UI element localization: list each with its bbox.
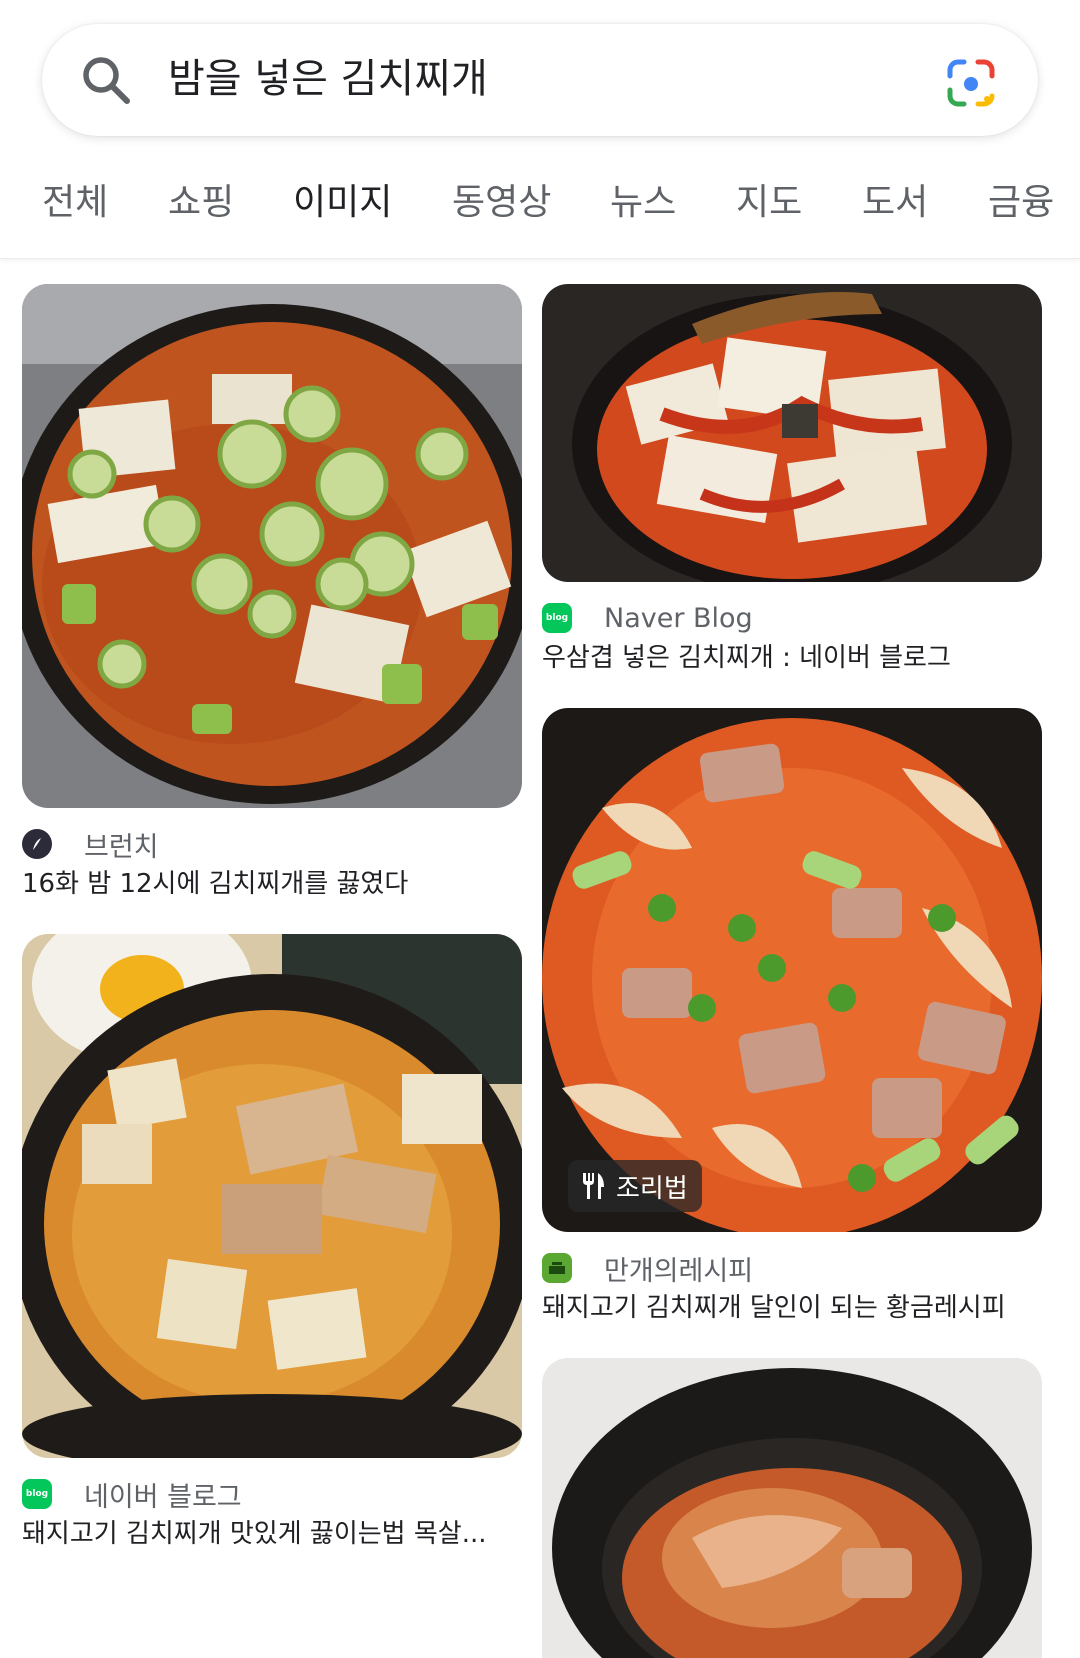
result-thumbnail[interactable] [542,284,1042,582]
tab-videos[interactable]: 동영상 [452,178,551,228]
search-icon[interactable] [80,54,132,106]
tab-books[interactable]: 도서 [862,178,928,228]
brunch-logo-icon [22,829,52,859]
result-title[interactable]: 16화 밤 12시에 김치찌개를 끓였다 [22,864,532,904]
source-name: Naver Blog [604,602,753,634]
recipe-site-icon [542,1253,572,1283]
result-title[interactable]: 돼지고기 김치찌개 맛있게 끓이는법 목살... [22,1514,532,1554]
search-query[interactable]: 밤을 넣은 김치찌개 [168,50,488,108]
result-source[interactable]: blog Naver Blog [542,600,753,636]
result-thumbnail[interactable] [542,1358,1042,1658]
tab-images[interactable]: 이미지 [293,178,392,228]
tab-maps[interactable]: 지도 [736,178,802,228]
result-source[interactable]: 만개의레시피 [542,1250,754,1287]
fork-knife-icon [583,1173,604,1199]
tab-shopping[interactable]: 쇼핑 [168,178,234,228]
tab-all[interactable]: 전체 [42,178,108,228]
tab-news[interactable]: 뉴스 [610,178,676,228]
result-title[interactable]: 우삼겹 넣은 김치찌개 : 네이버 블로그 [542,638,1052,678]
source-name: 네이버 블로그 [84,1481,242,1513]
tab-finance[interactable]: 금융 [988,178,1054,228]
google-lens-icon[interactable] [946,58,996,108]
search-bar[interactable]: 밤을 넣은 김치찌개 [42,24,1038,136]
recipe-badge-label: 조리법 [616,1173,688,1204]
search-tabs: 전체 쇼핑 이미지 동영상 뉴스 지도 도서 금융 [0,150,1080,259]
result-title[interactable]: 돼지고기 김치찌개 달인이 되는 황금레시피 [542,1288,1052,1328]
naver-blog-icon: blog [22,1479,52,1509]
result-thumbnail[interactable] [542,708,1042,1232]
naver-blog-icon: blog [542,603,572,633]
result-thumbnail[interactable] [22,934,522,1458]
result-thumbnail[interactable] [22,284,522,808]
source-name: 만개의레시피 [604,1255,754,1287]
result-source[interactable]: blog 네이버 블로그 [22,1476,242,1513]
recipe-badge: 조리법 [568,1160,702,1212]
result-source[interactable]: 브런치 [22,826,159,863]
source-name: 브런치 [84,831,159,863]
